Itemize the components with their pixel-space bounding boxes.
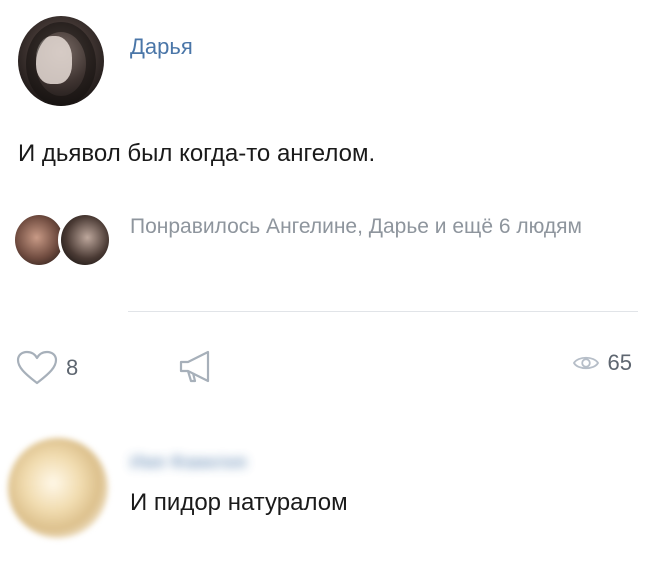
post-text: И дьявол был когда-то ангелом. <box>18 140 376 167</box>
comment: Имя Фамилия И пидор натуралом <box>8 438 348 538</box>
comment-author[interactable]: Имя Фамилия <box>130 452 247 473</box>
comment-avatar[interactable] <box>8 438 108 538</box>
views-counter: 65 <box>572 350 632 376</box>
comment-text: И пидор натуралом <box>130 489 348 516</box>
comment-body: Имя Фамилия И пидор натуралом <box>130 438 348 517</box>
author-name[interactable]: Дарья <box>130 34 193 60</box>
divider <box>128 311 638 312</box>
post-actions: 8 65 <box>16 350 632 386</box>
liker-avatars[interactable] <box>12 212 112 272</box>
post-header: Дарья <box>18 16 193 106</box>
views-count: 65 <box>607 350 632 375</box>
share-button[interactable] <box>178 350 214 384</box>
likes-summary-text[interactable]: Понравилось Ангелине, Дарье и ещё 6 людя… <box>130 212 620 242</box>
likes-summary[interactable]: Понравилось Ангелине, Дарье и ещё 6 людя… <box>12 212 620 272</box>
heart-icon <box>16 350 58 385</box>
like-button[interactable]: 8 <box>16 350 78 386</box>
megaphone-icon <box>179 350 210 383</box>
liker-avatar[interactable] <box>58 212 112 268</box>
like-count: 8 <box>66 355 79 380</box>
author-avatar[interactable] <box>18 16 104 106</box>
eye-icon <box>572 356 599 370</box>
